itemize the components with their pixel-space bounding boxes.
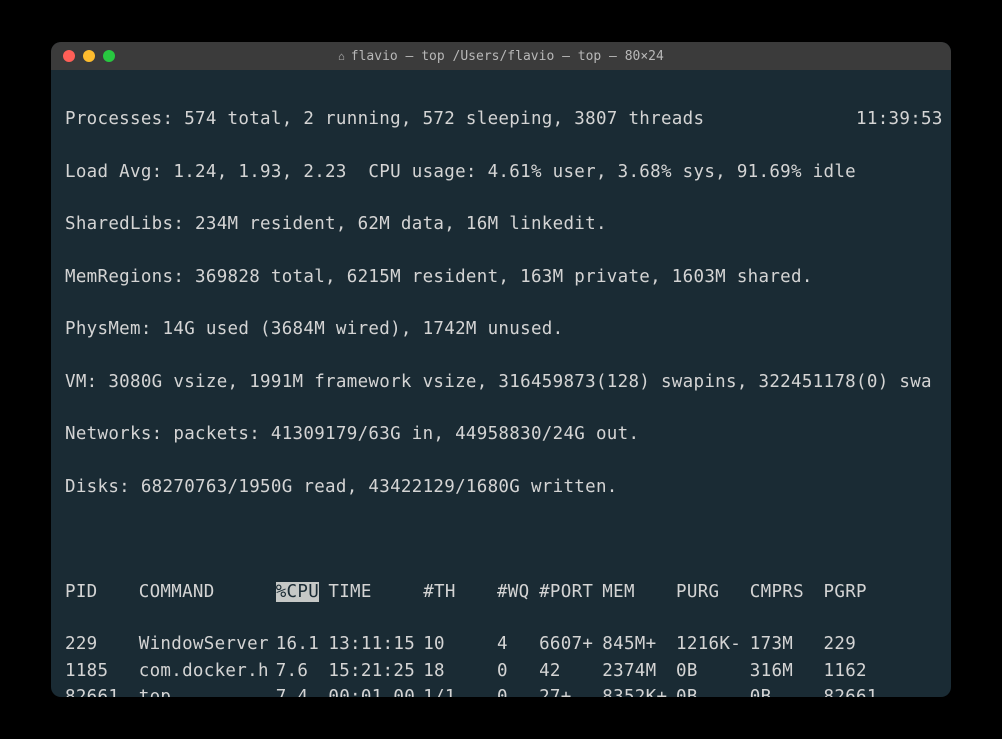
table-row: 82661top7.400:01.001/1027+8352K+0B0B8266… [65, 684, 937, 697]
cell-pgrp: 82661 [824, 684, 887, 697]
cell-purg: 1216K- [676, 631, 750, 657]
cell-mem: 845M+ [602, 631, 676, 657]
summary-physmem: PhysMem: 14G used (3684M wired), 1742M u… [65, 316, 937, 342]
sort-column-highlight: %CPU [276, 582, 319, 602]
col-cpu: %CPU [276, 579, 329, 605]
window-title: ⌂ flavio — top /Users/flavio — top — 80×… [338, 49, 664, 64]
table-row: 1185com.docker.h7.615:21:25180422374M0B3… [65, 658, 937, 684]
cell-th: 1/1 [423, 684, 497, 697]
cell-time: 15:21:25 [328, 658, 423, 684]
col-wq: #WQ [497, 579, 539, 605]
summary-vm: VM: 3080G vsize, 1991M framework vsize, … [65, 369, 937, 395]
col-pgrp: PGRP [824, 579, 887, 605]
close-icon[interactable] [63, 50, 75, 62]
cell-cmd: com.docker.h [139, 658, 276, 684]
col-port: #PORT [539, 579, 602, 605]
cell-th: 18 [423, 658, 497, 684]
cell-port: 42 [539, 658, 602, 684]
summary-load: Load Avg: 1.24, 1.93, 2.23 CPU usage: 4.… [65, 159, 937, 185]
cell-purg: 0B [676, 658, 750, 684]
title-label: flavio — top /Users/flavio — top — 80×24 [351, 49, 664, 64]
cell-cmprs: 173M [750, 631, 824, 657]
col-command: COMMAND [139, 579, 276, 605]
col-purg: PURG [676, 579, 750, 605]
blank-line [65, 526, 937, 552]
titlebar: ⌂ flavio — top /Users/flavio — top — 80×… [51, 42, 951, 70]
summary-memregions: MemRegions: 369828 total, 6215M resident… [65, 264, 937, 290]
cell-pid: 82661 [65, 684, 139, 697]
cell-wq: 0 [497, 658, 539, 684]
maximize-icon[interactable] [103, 50, 115, 62]
cell-cpu: 7.6 [276, 658, 329, 684]
cell-cpu: 7.4 [276, 684, 329, 697]
summary-sharedlibs: SharedLibs: 234M resident, 62M data, 16M… [65, 211, 937, 237]
table-row: 229WindowServer16.113:11:151046607+845M+… [65, 631, 937, 657]
summary-processes: Processes: 574 total, 2 running, 572 sle… [65, 106, 937, 132]
summary-disks: Disks: 68270763/1950G read, 43422129/168… [65, 474, 937, 500]
traffic-lights [63, 50, 115, 62]
col-pid: PID [65, 579, 139, 605]
cell-mem: 2374M [602, 658, 676, 684]
col-th: #TH [423, 579, 497, 605]
process-list: 229WindowServer16.113:11:151046607+845M+… [65, 631, 937, 697]
summary-networks: Networks: packets: 41309179/63G in, 4495… [65, 421, 937, 447]
cell-cmprs: 316M [750, 658, 824, 684]
col-mem: MEM [602, 579, 676, 605]
cell-cpu: 16.1 [276, 631, 329, 657]
minimize-icon[interactable] [83, 50, 95, 62]
cell-port: 27+ [539, 684, 602, 697]
cell-cmd: top [139, 684, 276, 697]
cell-mem: 8352K+ [602, 684, 676, 697]
cell-th: 10 [423, 631, 497, 657]
cell-pid: 229 [65, 631, 139, 657]
cell-pid: 1185 [65, 658, 139, 684]
col-cmprs: CMPRS [750, 579, 824, 605]
terminal-window: ⌂ flavio — top /Users/flavio — top — 80×… [51, 42, 951, 697]
cell-purg: 0B [676, 684, 750, 697]
col-time: TIME [328, 579, 423, 605]
cell-wq: 0 [497, 684, 539, 697]
cell-wq: 4 [497, 631, 539, 657]
home-icon: ⌂ [338, 50, 345, 63]
terminal-content[interactable]: Processes: 574 total, 2 running, 572 sle… [51, 70, 951, 697]
cell-pgrp: 229 [824, 631, 887, 657]
cell-pgrp: 1162 [824, 658, 887, 684]
cell-cmprs: 0B [750, 684, 824, 697]
table-header: PIDCOMMAND%CPU TIME#TH#WQ#PORTMEMPURGCMP… [65, 579, 937, 605]
cell-time: 00:01.00 [328, 684, 423, 697]
cell-cmd: WindowServer [139, 631, 276, 657]
cell-port: 6607+ [539, 631, 602, 657]
cell-time: 13:11:15 [328, 631, 423, 657]
